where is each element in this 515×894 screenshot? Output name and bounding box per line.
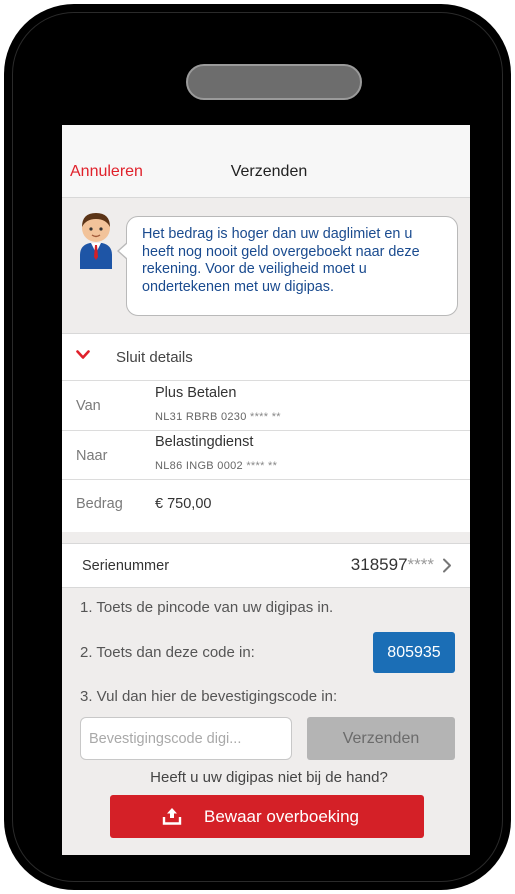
from-row: Van Plus Betalen NL31 RBRB 0230 **** ** (62, 381, 470, 431)
chevron-right-icon (443, 558, 451, 573)
amount-row: Bedrag € 750,00 (62, 480, 470, 530)
serial-label: Serienummer (82, 558, 170, 574)
details-section: Sluit details Van Plus Betalen NL31 RBRB… (62, 333, 470, 532)
close-details-toggle[interactable]: Sluit details (62, 334, 470, 381)
challenge-code-badge: 805935 (373, 632, 455, 673)
step-1-text: 1. Toets de pincode van uw digipas in. (80, 599, 334, 616)
navigation-bar: Annuleren Verzenden (62, 125, 470, 198)
from-label: Van (76, 398, 101, 414)
no-digipas-text: Heeft u uw digipas niet bij de hand? (150, 769, 388, 786)
amount-value: € 750,00 (155, 496, 212, 512)
close-details-label: Sluit details (116, 349, 193, 366)
serial-value: 318597**** (351, 555, 434, 575)
from-account-number: NL31 RBRB 0230 **** ** (155, 411, 281, 423)
to-masked: **** ** (246, 460, 278, 472)
serial-number-row[interactable]: Serienummer 318597**** (62, 543, 470, 588)
to-label: Naar (76, 448, 108, 464)
amount-label: Bedrag (76, 496, 123, 512)
from-masked: **** ** (250, 411, 281, 423)
app-screen: Annuleren Verzenden Het bedrag is hoger … (62, 125, 470, 855)
step-2-text: 2. Toets dan deze code in: (80, 644, 255, 661)
serial-masked: **** (407, 555, 434, 574)
save-transfer-label: Bewaar overboeking (204, 807, 359, 826)
from-iban: NL31 RBRB 0230 (155, 411, 247, 423)
page-title: Verzenden (230, 163, 308, 180)
advice-message: Het bedrag is hoger dan uw daglimiet en … (142, 226, 420, 295)
to-account-name: Belastingdienst (155, 434, 254, 450)
step-3-text: 3. Vul dan hier de bevestigingscode in: (80, 688, 338, 705)
to-iban: NL86 INGB 0002 (155, 460, 243, 472)
to-account-number: NL86 INGB 0002 **** ** (155, 460, 277, 472)
to-row: Naar Belastingdienst NL86 INGB 0002 ****… (62, 431, 470, 480)
advisor-avatar-icon (80, 213, 112, 269)
chevron-down-icon (76, 350, 90, 359)
send-button[interactable]: Verzenden (307, 717, 455, 760)
save-transfer-button[interactable]: Bewaar overboeking (110, 795, 424, 838)
bubble-tail-fill (119, 243, 128, 259)
phone-speaker (186, 64, 362, 100)
advice-bubble: Het bedrag is hoger dan uw daglimiet en … (126, 216, 458, 316)
from-account-name: Plus Betalen (155, 385, 237, 401)
advice-panel: Het bedrag is hoger dan uw daglimiet en … (62, 198, 470, 332)
serial-digits: 318597 (350, 555, 408, 574)
confirmation-code-input[interactable] (80, 717, 292, 760)
upload-icon (162, 808, 182, 825)
